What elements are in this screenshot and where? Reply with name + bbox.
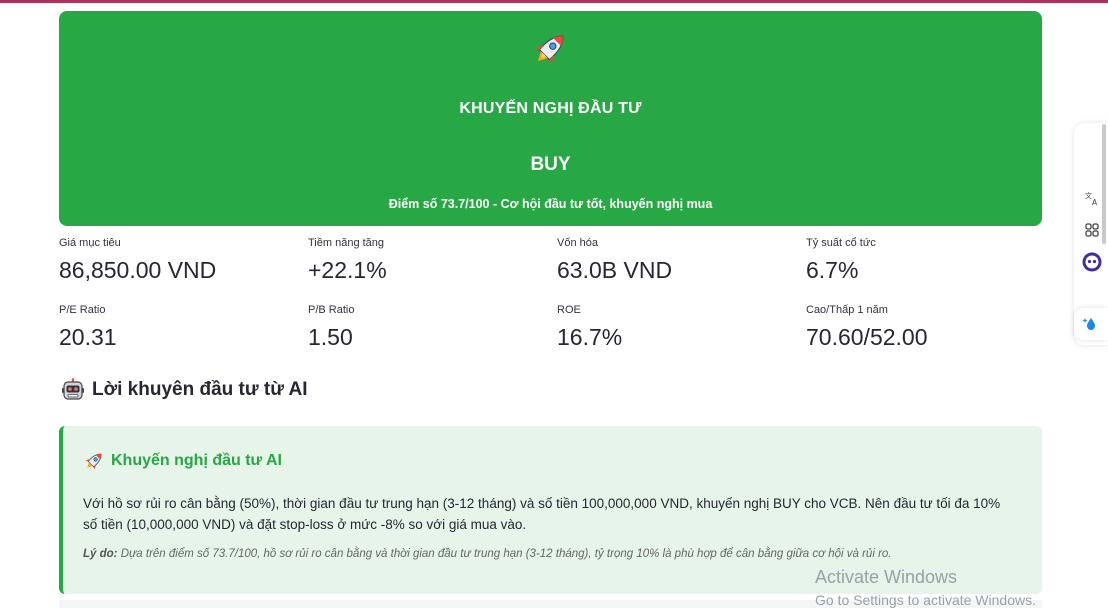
- translate-icon[interactable]: 文 A: [1081, 187, 1103, 209]
- metric-dividend-yield: Tỷ suất cổ tức 6.7%: [806, 236, 1036, 284]
- metric-label: Vốn hóa: [557, 237, 598, 249]
- recommendation-value: BUY: [530, 154, 571, 175]
- ai-advice-card-title: Khuyến nghị đầu tư AI: [111, 452, 282, 469]
- metric-market-cap: Vốn hóa 63.0B VND: [557, 236, 787, 284]
- apps-grid-icon[interactable]: [1081, 219, 1103, 241]
- metric-label: ROE: [557, 304, 581, 316]
- metric-label: Tiềm năng tăng: [308, 237, 385, 249]
- recommendation-card: KHUYẾN NGHỊ ĐẦU TƯ BUY Điểm số 73.7/100 …: [59, 11, 1042, 226]
- metric-value: 6.7%: [806, 257, 859, 283]
- metric-label: Cao/Thấp 1 năm: [806, 304, 888, 316]
- top-accent-bar: [0, 0, 1108, 3]
- metric-value: 16.7%: [557, 324, 623, 350]
- ai-advice-title: Lời khuyên đầu tư từ AI: [92, 379, 308, 400]
- metric-label: Tỷ suất cổ tức: [806, 237, 876, 249]
- metric-label: P/E Ratio: [59, 304, 106, 316]
- metric-upside: Tiềm năng tăng +22.1%: [308, 236, 538, 284]
- metric-52w-high-low: Cao/Thấp 1 năm 70.60/52.00: [806, 303, 1036, 351]
- ai-advice-card-header: Khuyến nghị đầu tư AI: [83, 450, 282, 472]
- recommendation-title: KHUYẾN NGHỊ ĐẦU TƯ: [459, 100, 642, 117]
- assistant-face-icon[interactable]: [1081, 251, 1103, 273]
- metric-label: P/B Ratio: [308, 304, 355, 316]
- svg-text:文: 文: [1085, 191, 1092, 200]
- rocket-icon: [534, 35, 564, 65]
- rocket-icon: [85, 453, 102, 470]
- recommendation-description: Điểm số 73.7/100 - Cơ hội đầu tư tốt, kh…: [388, 197, 713, 211]
- metric-value: +22.1%: [308, 257, 387, 283]
- ai-advice-heading: Lời khuyên đầu tư từ AI: [61, 376, 308, 404]
- metric-target-price: Giá mục tiêu 86,850.00 VND: [59, 236, 289, 284]
- watermark-line-2: Go to Settings to activate Windows.: [815, 592, 1036, 608]
- reason-text: Dựa trên điểm số 73.7/100, hồ sơ rủi ro …: [120, 548, 892, 560]
- scrollbar-thumb[interactable]: [1102, 124, 1106, 244]
- svg-text:A: A: [1092, 198, 1098, 206]
- metric-pb-ratio: P/B Ratio 1.50: [308, 303, 538, 351]
- ai-advice-reason: Lý do: Dựa trên điểm số 73.7/100, hồ sơ …: [83, 548, 1023, 560]
- windows-activation-watermark: Activate Windows Go to Settings to activ…: [815, 567, 1036, 608]
- water-drop-sparkle-icon[interactable]: [1074, 308, 1108, 340]
- metric-pe-ratio: P/E Ratio 20.31: [59, 303, 289, 351]
- metric-value: 1.50: [308, 324, 353, 350]
- metric-roe: ROE 16.7%: [557, 303, 787, 351]
- metric-label: Giá mục tiêu: [59, 237, 121, 249]
- ai-advice-body: Với hồ sơ rủi ro cân bằng (50%), thời gi…: [83, 496, 1001, 532]
- reason-label: Lý do:: [83, 548, 118, 560]
- metric-value: 63.0B VND: [557, 257, 673, 283]
- metric-value: 86,850.00 VND: [59, 257, 217, 283]
- metric-value: 70.60/52.00: [806, 324, 928, 350]
- metric-value: 20.31: [59, 324, 117, 350]
- watermark-line-1: Activate Windows: [815, 567, 958, 587]
- robot-icon: [62, 378, 84, 400]
